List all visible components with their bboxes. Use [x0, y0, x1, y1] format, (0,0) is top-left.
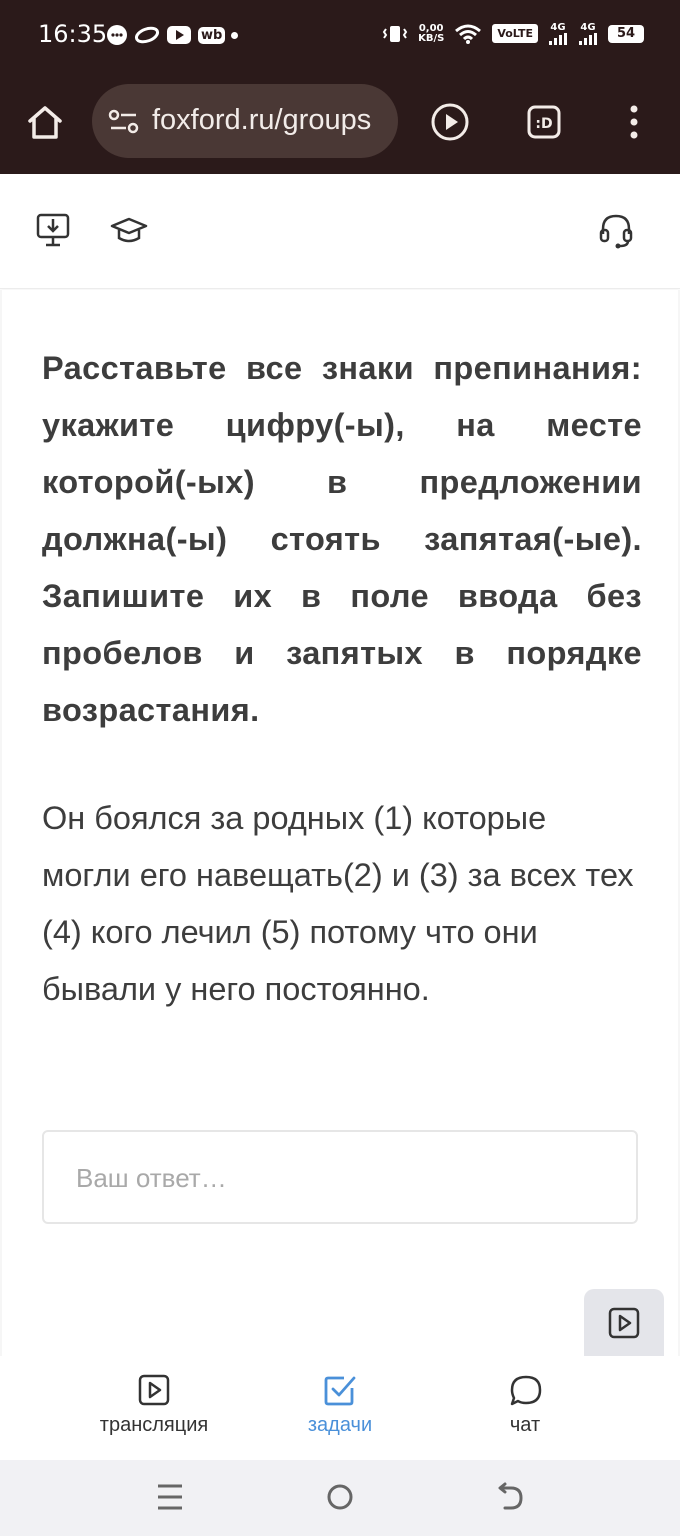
recent-apps-icon[interactable]: [156, 1482, 184, 1512]
support-headset-icon[interactable]: [598, 212, 634, 250]
battery-indicator: 54: [608, 24, 644, 43]
tab-tasks[interactable]: задачи: [240, 1356, 440, 1460]
tab-translation[interactable]: трансляция: [54, 1356, 254, 1460]
status-bar: 16:35 wb 0,00 KB/S VoLTE 4G 4G 54: [0, 0, 680, 72]
task-instruction: Расставьте все знаки препинания: укажите…: [42, 350, 642, 728]
bottom-tab-bar: трансляция задачи чат: [0, 1356, 680, 1460]
url-text[interactable]: foxford.ru/groups: [152, 104, 371, 137]
task-sentence: Он боялся за родных (1) которые могли ег…: [42, 800, 634, 1007]
ring-notification-icon: [134, 26, 160, 44]
tab-chat[interactable]: чат: [425, 1356, 625, 1460]
notification-icons: wb: [106, 24, 239, 46]
more-notifications-dot: [231, 31, 239, 39]
media-play-icon[interactable]: [430, 102, 470, 142]
home-circle-icon[interactable]: [325, 1482, 355, 1512]
svg-text::D: :D: [535, 116, 552, 132]
volte-badge: VoLTE: [492, 24, 538, 43]
signal-icon: [549, 33, 567, 45]
back-icon[interactable]: [495, 1482, 525, 1512]
download-materials-icon[interactable]: [36, 212, 70, 248]
status-time: 16:35: [38, 20, 108, 48]
sim2-signal: 4G: [578, 22, 598, 45]
signal-icon: [579, 33, 597, 45]
system-navigation-bar: [0, 1460, 680, 1536]
home-icon[interactable]: [26, 104, 64, 140]
wifi-icon: [455, 24, 482, 44]
vibrate-icon: [382, 25, 408, 42]
wb-notification-icon: wb: [198, 26, 226, 44]
graduation-cap-icon[interactable]: [110, 216, 148, 246]
tab-switcher-icon[interactable]: :D: [526, 104, 562, 140]
site-settings-icon[interactable]: [108, 108, 140, 136]
play-square-icon: [138, 1374, 170, 1406]
browser-toolbar: foxford.ru/groups :D: [0, 72, 680, 174]
checkbox-icon: [324, 1376, 356, 1406]
answer-input[interactable]: [74, 1132, 618, 1224]
chat-notification-icon: [107, 25, 127, 45]
status-indicators: 0,00 KB/S VoLTE 4G 4G 54: [382, 22, 644, 45]
play-square-icon: [608, 1307, 640, 1339]
app-header: [0, 174, 680, 289]
answer-field-box[interactable]: [42, 1130, 638, 1224]
video-toggle-button[interactable]: [584, 1289, 664, 1357]
chat-bubble-icon: [510, 1375, 542, 1406]
sim1-signal: 4G: [548, 22, 568, 45]
task-card: Расставьте все знаки препинания: укажите…: [2, 290, 678, 1356]
content-area: Расставьте все знаки препинания: укажите…: [0, 290, 680, 1356]
network-speed: 0,00 KB/S: [418, 22, 445, 44]
address-bar[interactable]: foxford.ru/groups: [92, 84, 398, 158]
tab-label: задачи: [307, 1414, 373, 1436]
menu-dots-icon[interactable]: [628, 104, 640, 140]
tab-label: трансляция: [99, 1414, 209, 1436]
youtube-icon: [167, 26, 191, 44]
tab-label: чат: [509, 1414, 541, 1436]
